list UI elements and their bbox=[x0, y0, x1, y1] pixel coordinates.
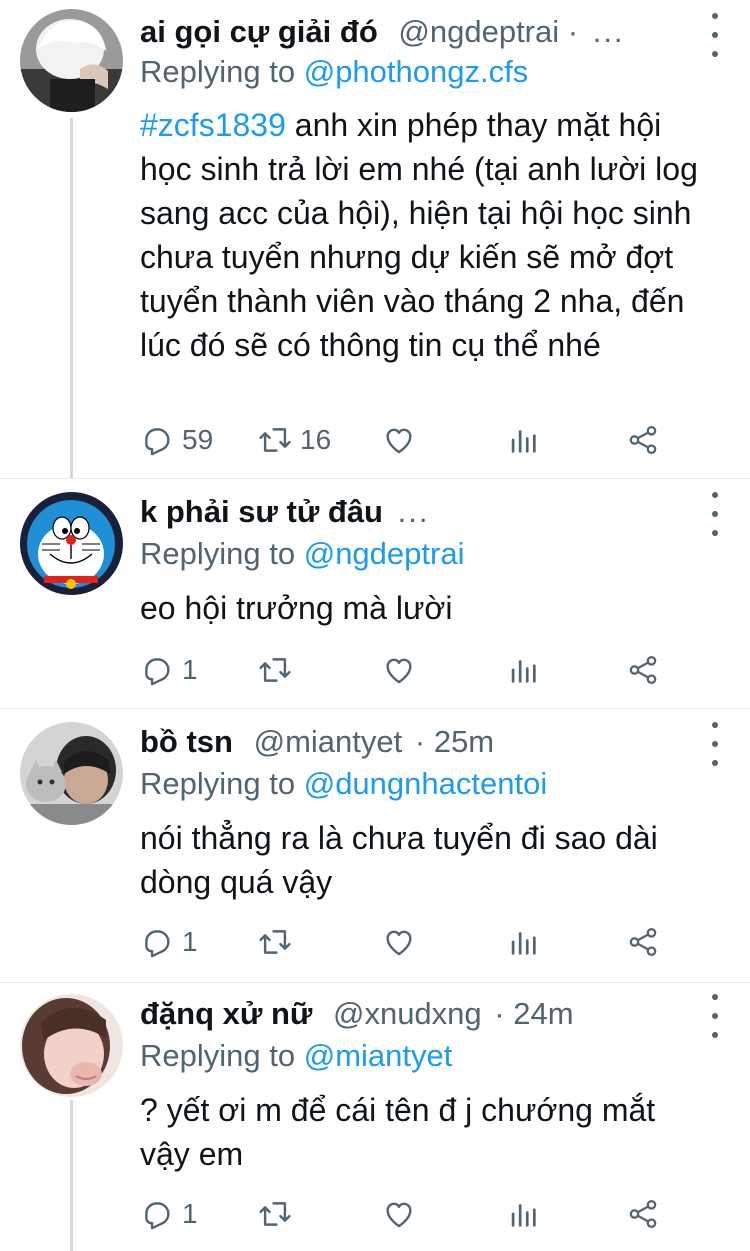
replying-to-mention[interactable]: @phothongz.cfs bbox=[304, 54, 529, 89]
analytics-icon bbox=[511, 430, 536, 453]
retweet-icon bbox=[259, 658, 291, 682]
replying-to: Replying to @ngdeptrai bbox=[140, 534, 464, 574]
truncation-ellipsis: ... bbox=[592, 14, 625, 49]
retweet-button[interactable] bbox=[258, 922, 292, 962]
tweet-text-content: anh xin phép thay mặt hội học sinh trả l… bbox=[140, 107, 698, 363]
tweet-header: đặnq xử nữ @xnudxng · 24m bbox=[140, 994, 690, 1034]
reply-button[interactable]: 1 bbox=[140, 922, 198, 962]
retweet-button[interactable] bbox=[258, 650, 292, 690]
replying-to: Replying to @phothongz.cfs bbox=[140, 52, 528, 92]
tweet-text: nói thẳng ra là chưa tuyển đi sao dài dò… bbox=[140, 816, 680, 904]
display-name[interactable]: đặnq xử nữ bbox=[140, 996, 312, 1031]
retweet-icon bbox=[259, 428, 291, 452]
tweet-header: bồ tsn @miantyet · 25m bbox=[140, 722, 690, 762]
more-options-icon[interactable] bbox=[708, 13, 722, 57]
replying-to-mention[interactable]: @ngdeptrai bbox=[304, 536, 465, 571]
hashtag-link[interactable]: #zcfs1839 bbox=[140, 107, 286, 143]
like-button[interactable] bbox=[382, 1194, 416, 1234]
reply-count: 1 bbox=[182, 654, 198, 685]
share-button[interactable] bbox=[626, 650, 660, 690]
replying-to-label: Replying to bbox=[140, 54, 296, 89]
analytics-icon bbox=[511, 932, 536, 955]
tweet-text: ? yết ơi m để cái tên đ j chướng mắt vậy… bbox=[140, 1088, 710, 1176]
analytics-button[interactable] bbox=[506, 420, 540, 460]
reply-count: 59 bbox=[182, 424, 214, 455]
more-options-icon[interactable] bbox=[708, 492, 722, 536]
replying-to: Replying to @dungnhactentoi bbox=[140, 764, 547, 804]
reply-icon bbox=[145, 658, 170, 686]
tweet-actions: 1 bbox=[140, 1194, 680, 1234]
replying-to-mention[interactable]: @dungnhactentoi bbox=[304, 766, 548, 801]
like-button[interactable] bbox=[382, 922, 416, 962]
replying-to-label: Replying to bbox=[140, 1038, 296, 1073]
retweet-icon bbox=[259, 930, 291, 954]
share-icon bbox=[629, 655, 657, 685]
truncation-ellipsis: ... bbox=[397, 494, 430, 529]
retweet-count: 16 bbox=[300, 424, 332, 455]
tweet-actions: 1 bbox=[140, 650, 680, 690]
analytics-button[interactable] bbox=[506, 1194, 540, 1234]
tweet-text-content: ? yết ơi m để cái tên đ j chướng mắt vậy… bbox=[140, 1092, 656, 1172]
reply-tweet[interactable]: bồ tsn @miantyet · 25m Replying to @dung… bbox=[0, 708, 750, 982]
reply-tweet[interactable]: k phải sư tử đâu ... Replying to @ngdept… bbox=[0, 478, 750, 708]
replying-to-label: Replying to bbox=[140, 766, 296, 801]
share-button[interactable] bbox=[626, 420, 660, 460]
replying-to-label: Replying to bbox=[140, 536, 296, 571]
user-handle[interactable]: @miantyet bbox=[254, 724, 403, 759]
avatar[interactable] bbox=[20, 492, 123, 595]
like-icon bbox=[386, 930, 412, 956]
tweet-actions: 1 bbox=[140, 922, 680, 962]
share-icon bbox=[629, 927, 657, 957]
reply-tweet[interactable]: đặnq xử nữ @xnudxng · 24m Replying to @m… bbox=[0, 982, 750, 1251]
reply-tweet[interactable]: ai gọi cự giải đó @ngdeptrai · ... Reply… bbox=[0, 0, 750, 478]
analytics-icon bbox=[511, 660, 536, 683]
tweet-time[interactable]: · 25m bbox=[415, 724, 494, 759]
user-handle[interactable]: @ngdeptrai · bbox=[398, 14, 578, 49]
like-button[interactable] bbox=[382, 650, 416, 690]
reply-count: 1 bbox=[182, 926, 198, 957]
more-options-icon[interactable] bbox=[708, 994, 722, 1038]
reply-button[interactable]: 1 bbox=[140, 650, 198, 690]
avatar[interactable] bbox=[20, 722, 123, 825]
reply-count: 1 bbox=[182, 1198, 198, 1229]
replying-to: Replying to @miantyet bbox=[140, 1036, 452, 1076]
tweet-text: eo hội trưởng mà lười bbox=[140, 586, 710, 630]
analytics-icon bbox=[511, 1204, 536, 1227]
tweet-actions: 59 16 bbox=[140, 420, 680, 460]
share-button[interactable] bbox=[626, 1194, 660, 1234]
reply-icon bbox=[145, 930, 170, 958]
tweet-header: k phải sư tử đâu ... bbox=[140, 492, 690, 532]
tweet-text: #zcfs1839 anh xin phép thay mặt hội học … bbox=[140, 103, 710, 367]
reply-icon bbox=[145, 428, 170, 456]
tweet-text-content: nói thẳng ra là chưa tuyển đi sao dài dò… bbox=[140, 820, 658, 900]
reply-button[interactable]: 59 bbox=[140, 420, 213, 460]
replying-to-mention[interactable]: @miantyet bbox=[304, 1038, 453, 1073]
share-icon bbox=[629, 425, 657, 455]
tweet-header: ai gọi cự giải đó @ngdeptrai · ... bbox=[140, 12, 690, 52]
more-options-icon[interactable] bbox=[708, 722, 722, 766]
retweet-button[interactable] bbox=[258, 1194, 292, 1234]
display-name[interactable]: bồ tsn bbox=[140, 724, 233, 759]
like-icon bbox=[386, 428, 412, 454]
share-icon bbox=[629, 1199, 657, 1229]
avatar[interactable] bbox=[20, 9, 123, 112]
reply-button[interactable]: 1 bbox=[140, 1194, 198, 1234]
reply-icon bbox=[145, 1202, 170, 1230]
like-button[interactable] bbox=[382, 420, 416, 460]
analytics-button[interactable] bbox=[506, 922, 540, 962]
avatar[interactable] bbox=[20, 994, 123, 1097]
tweet-text-content: eo hội trưởng mà lười bbox=[140, 590, 453, 626]
like-icon bbox=[386, 1202, 412, 1228]
user-handle[interactable]: @xnudxng bbox=[333, 996, 482, 1031]
tweet-time[interactable]: · 24m bbox=[494, 996, 573, 1031]
analytics-button[interactable] bbox=[506, 650, 540, 690]
share-button[interactable] bbox=[626, 922, 660, 962]
display-name[interactable]: ai gọi cự giải đó bbox=[140, 14, 378, 49]
display-name[interactable]: k phải sư tử đâu bbox=[140, 494, 383, 529]
like-icon bbox=[386, 658, 412, 684]
retweet-button[interactable]: 16 bbox=[258, 420, 331, 460]
retweet-icon bbox=[259, 1202, 291, 1226]
